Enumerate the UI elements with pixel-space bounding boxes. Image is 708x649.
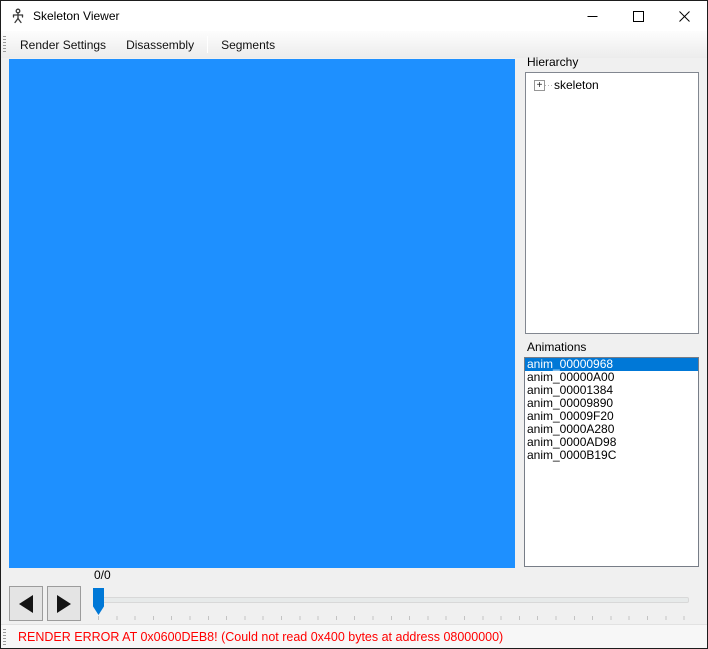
right-triangle-icon [57, 595, 71, 613]
hierarchy-treeview[interactable]: + skeleton [525, 72, 699, 334]
close-icon [679, 11, 690, 22]
frame-counter: 0/0 [94, 568, 111, 582]
maximize-button[interactable] [615, 1, 661, 31]
tree-node-skeleton[interactable]: + skeleton [534, 78, 698, 92]
minimize-icon [587, 11, 598, 22]
toolbar: Render Settings Disassembly Segments [1, 31, 707, 58]
toolbar-grip[interactable] [3, 36, 6, 54]
tree-expand-icon[interactable]: + [534, 80, 545, 91]
hierarchy-label: Hierarchy [527, 55, 578, 69]
menu-render-settings[interactable]: Render Settings [10, 34, 116, 56]
slider-ticks [98, 616, 686, 620]
titlebar: Skeleton Viewer [1, 1, 707, 31]
statusbar-grip [3, 629, 6, 645]
render-viewport[interactable] [9, 59, 515, 568]
minimize-button[interactable] [569, 1, 615, 31]
skeleton-app-icon [10, 8, 26, 24]
prev-frame-button[interactable] [9, 586, 43, 621]
close-button[interactable] [661, 1, 707, 31]
slider-track[interactable] [93, 597, 689, 603]
menu-segments[interactable]: Segments [211, 34, 285, 56]
window-title: Skeleton Viewer [33, 9, 120, 23]
animations-listbox[interactable]: anim_00000968 anim_00000A00 anim_0000138… [524, 357, 699, 567]
tree-connector [545, 85, 552, 86]
left-triangle-icon [19, 595, 33, 613]
caption-buttons [569, 1, 707, 31]
statusbar: RENDER ERROR AT 0x0600DEB8! (Could not r… [1, 624, 707, 648]
toolbar-separator [207, 36, 208, 53]
maximize-icon [633, 11, 644, 22]
slider-thumb[interactable] [93, 588, 104, 615]
menu-disassembly[interactable]: Disassembly [116, 34, 204, 56]
skeleton-viewer-window: Skeleton Viewer Render Settings Disassem… [0, 0, 708, 649]
animations-label: Animations [527, 340, 586, 354]
list-item[interactable]: anim_0000B19C [525, 449, 698, 462]
tree-node-label[interactable]: skeleton [552, 78, 601, 92]
next-frame-button[interactable] [47, 586, 81, 621]
render-error-message: RENDER ERROR AT 0x0600DEB8! (Could not r… [18, 630, 503, 644]
frame-slider[interactable] [93, 585, 693, 623]
